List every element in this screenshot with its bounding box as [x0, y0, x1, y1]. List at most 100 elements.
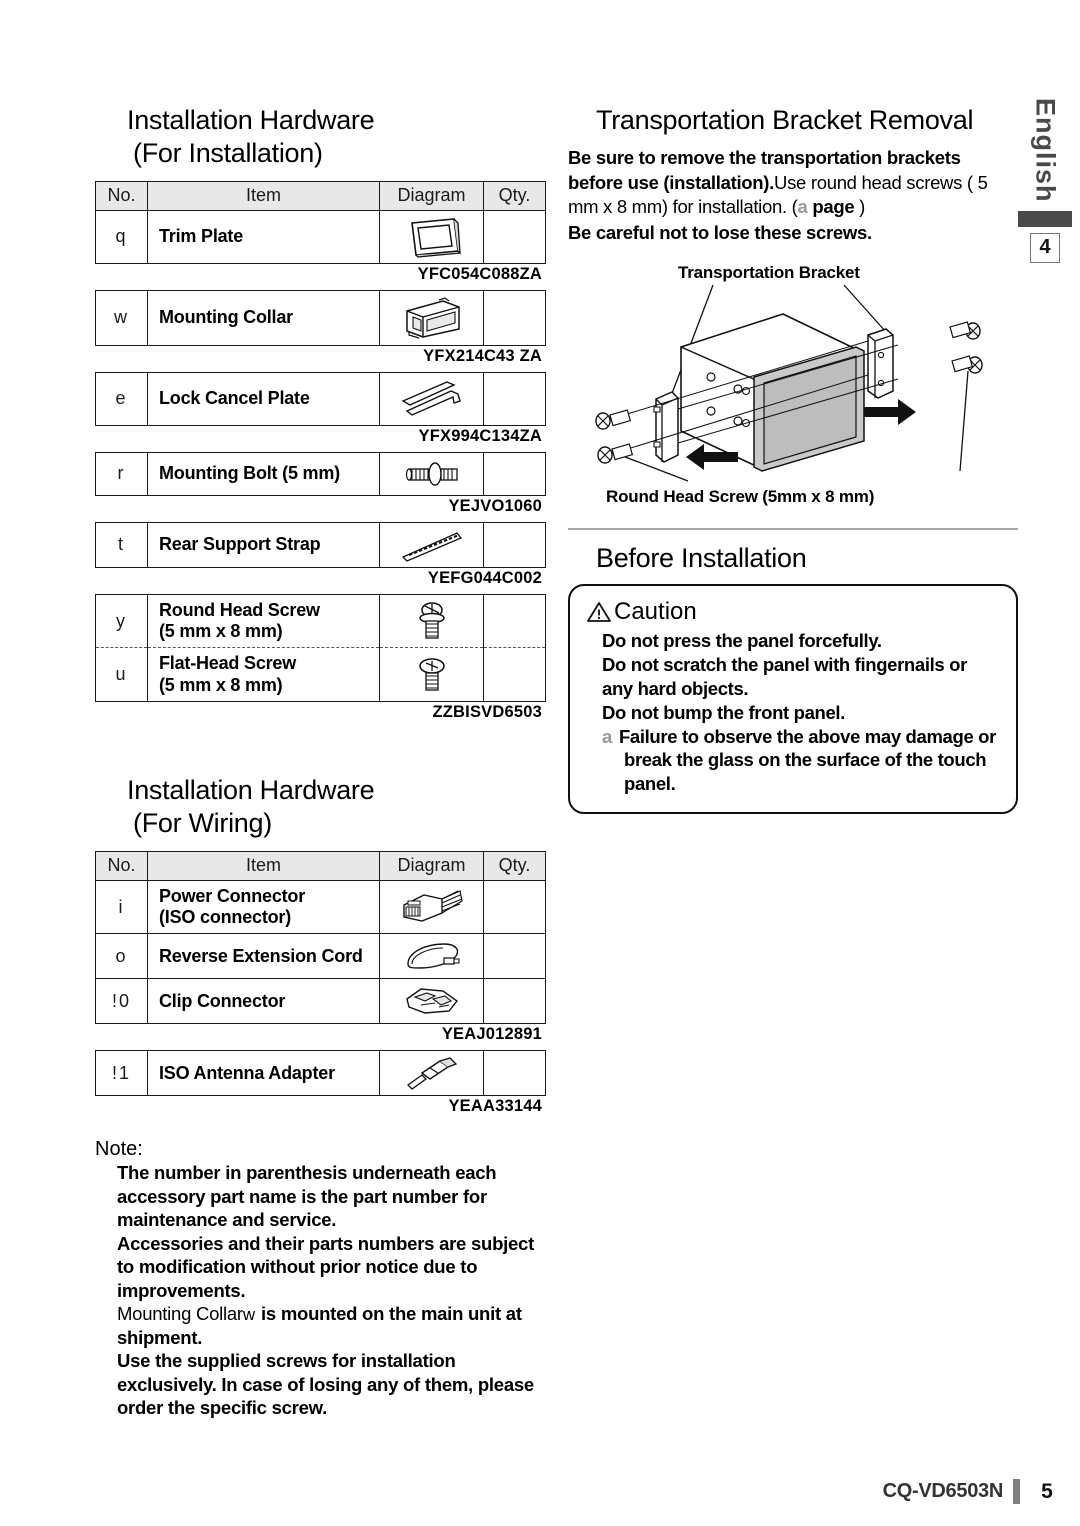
row-no: !0 [95, 978, 148, 1025]
row-qty [483, 209, 546, 264]
note-list: The number in parenthesis underneath eac… [117, 1161, 545, 1419]
section-title-line2: (For Installation) [133, 138, 323, 169]
caution-line: Do not scratch the panel with fingernail… [602, 653, 967, 699]
row-no: e [95, 371, 148, 426]
row-no: i [95, 879, 148, 935]
part-number: YEAA33144 [448, 1097, 542, 1116]
col-header-qty: Qty. [483, 180, 546, 211]
row-item-line2: (ISO connector) [159, 907, 292, 928]
footer-divider-bar [1013, 1479, 1020, 1504]
row-qty [483, 289, 546, 346]
iso-antenna-adapter-icon [379, 1050, 484, 1097]
table-header-row: No. Item Diagram Qty. [95, 850, 546, 881]
bracket-instruction-paragraph: Be sure to remove the transportation bra… [568, 146, 1018, 218]
col-header-no: No. [95, 180, 148, 211]
part-number: YEFG044C002 [427, 568, 542, 587]
head-unit-exploded-diagram [595, 284, 983, 482]
row-item: Clip Connector [147, 978, 380, 1025]
table-row: r Mounting Bolt (5 mm) [95, 451, 546, 496]
mounting-bolt-icon [379, 451, 484, 496]
row-no: o [95, 933, 148, 980]
col-header-qty: Qty. [483, 850, 546, 881]
transportation-bracket-figure: Transportation Bracket Round Head Screw … [568, 259, 1018, 514]
section2-title-line2: (For Wiring) [133, 808, 272, 839]
table-row: o Reverse Extension Cord [95, 933, 546, 980]
row-item: Reverse Extension Cord [147, 933, 380, 980]
part-number: YEAJ012891 [441, 1025, 542, 1044]
collar-note-mark: w [242, 1305, 257, 1325]
table-row: t Rear Support Strap [95, 521, 546, 568]
lock-cancel-plate-icon [379, 371, 484, 426]
part-number: YFX994C134ZA [418, 426, 542, 445]
collar-note-pre: Mounting Collar [117, 1303, 243, 1325]
note-block: Note: The number in parenthesis undernea… [95, 1138, 545, 1419]
row-item-line2: (5 mm x 8 mm) [159, 674, 283, 695]
section-title-transportation-bracket-removal: Transportation Bracket Removal [596, 105, 974, 135]
wiring-hardware-row-4: !1 ISO Antenna Adapter [95, 1050, 546, 1097]
section-title-installation-hardware: Installation Hardware (For Installation) [95, 104, 545, 171]
table-row: u Flat-Head Screw (5 mm x 8 mm) [95, 647, 546, 702]
bracket-warning-line: Be careful not to lose these screws. [568, 221, 872, 243]
right-column: Transportation Bracket Removal Be sure t… [568, 104, 1018, 815]
rear-support-strap-icon [379, 521, 484, 568]
note-label: Note: [95, 1138, 143, 1161]
col-header-diagram: Diagram [379, 180, 484, 211]
list-item: Accessories and their parts numbers are … [117, 1232, 535, 1301]
caution-result-text: Failure to observe the above may damage … [618, 725, 996, 795]
row-qty [483, 978, 546, 1025]
row-no: y [95, 593, 148, 649]
install-hardware-row-4: r Mounting Bolt (5 mm) [95, 451, 546, 496]
warning-triangle-icon [587, 602, 611, 623]
mounting-collar-icon [379, 289, 484, 346]
page-number: 5 [1041, 1479, 1053, 1503]
caution-label: Caution [614, 598, 697, 626]
row-no: r [95, 451, 148, 496]
row-item: ISO Antenna Adapter [147, 1050, 380, 1097]
caution-text-list: Do not press the panel forcefully. Do no… [602, 629, 1002, 796]
caution-line: Do not bump the front panel. [602, 701, 846, 723]
table-row: y Round Head Screw (5 mm x 8 mm) [95, 593, 546, 649]
install-hardware-row-3: e Lock Cancel Plate [95, 371, 546, 426]
section-divider [568, 527, 1018, 530]
caution-header: Caution [586, 598, 1002, 626]
table-row: i Power Connector (ISO connector) [95, 879, 546, 935]
reference-arrow-icon: a [797, 195, 808, 217]
reference-arrow-icon: a [602, 725, 612, 747]
row-item: Rear Support Strap [147, 521, 380, 568]
list-item: The number in parenthesis underneath eac… [117, 1162, 497, 1231]
list-item-collar: Mounting Collarw is mounted on the main … [117, 1302, 545, 1349]
row-no: u [95, 647, 148, 702]
wiring-hardware-table: No. Item Diagram Qty. i Power Connector … [95, 850, 546, 1025]
clip-connector-icon [379, 978, 484, 1025]
flat-head-screw-icon [379, 647, 484, 702]
table-row: q Trim Plate [95, 209, 546, 264]
row-item-line1: Power Connector [159, 885, 306, 906]
list-item: Use the supplied screws for installation… [117, 1350, 534, 1419]
install-hardware-screws-table: y Round Head Screw (5 mm x 8 mm) u Flat-… [95, 593, 546, 702]
figure-caption-screw: Round Head Screw (5mm x 8 mm) [606, 486, 875, 506]
row-qty [483, 879, 546, 935]
row-qty [483, 1050, 546, 1097]
row-qty [483, 933, 546, 980]
row-item-line1: Flat-Head Screw [159, 653, 297, 674]
row-item-line2: (5 mm x 8 mm) [159, 621, 283, 642]
caution-result-line: a Failure to observe the above may damage… [602, 725, 1002, 797]
page-footer: CQ-VD6503N 5 [883, 1479, 1058, 1504]
row-no: w [95, 289, 148, 346]
col-header-item: Item [147, 180, 380, 211]
section-title-installation-hardware-wiring: Installation Hardware (For Wiring) [95, 774, 545, 841]
language-tab: English 4 [1018, 96, 1072, 263]
row-item-line1: Round Head Screw [159, 599, 320, 620]
table-row: w Mounting Collar [95, 289, 546, 346]
power-connector-icon [379, 879, 484, 935]
part-number: YFX214C43 ZA [423, 346, 542, 365]
left-column: Installation Hardware (For Installation)… [95, 104, 546, 1420]
part-number: YFC054C088ZA [417, 264, 542, 283]
row-no: !1 [95, 1050, 148, 1097]
section2-title-line1: Installation Hardware [127, 774, 375, 805]
install-hardware-row-5: t Rear Support Strap [95, 521, 546, 568]
row-qty [483, 371, 546, 426]
row-item: Mounting Bolt (5 mm) [147, 451, 380, 496]
caution-box: Caution Do not press the panel forcefull… [568, 584, 1018, 815]
part-number: ZZBISVD6503 [432, 702, 542, 721]
